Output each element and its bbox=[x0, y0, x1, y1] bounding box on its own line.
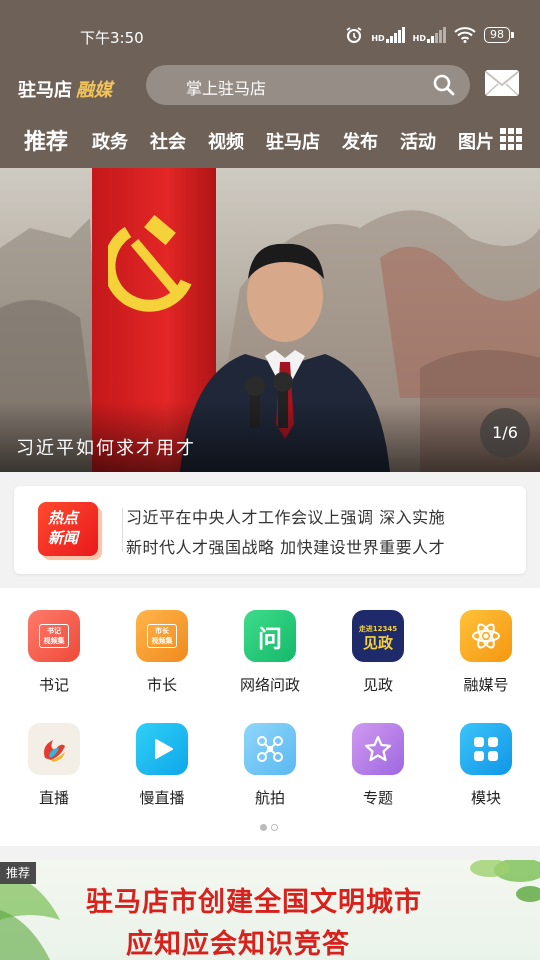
category-tabs: 推荐 政务 社会 视频 驻马店 发布 活动 图片 bbox=[0, 112, 540, 166]
tab-pictures[interactable]: 图片 bbox=[458, 128, 494, 154]
search-icon[interactable] bbox=[432, 73, 456, 97]
battery-indicator: 98 bbox=[484, 27, 514, 43]
page-dot bbox=[271, 824, 278, 831]
leaf-decoration-right bbox=[470, 860, 540, 902]
brand-accent: 融媒 bbox=[76, 80, 112, 101]
tab-recommend[interactable]: 推荐 bbox=[24, 124, 68, 156]
promo-title[interactable]: 驻马店市创建全国文明城市 bbox=[86, 880, 422, 919]
banner-counter: 1/6 bbox=[480, 408, 530, 458]
atom-icon[interactable] bbox=[460, 610, 512, 662]
shortcut-label: 模块 bbox=[470, 789, 501, 807]
top-row: 驻马店 融媒 掌上驻马店 bbox=[0, 60, 540, 110]
status-time: 下午3:50 bbox=[80, 29, 144, 47]
app-header: 下午3:50 HD HD 98 驻马店 融媒 掌上驻马店 推荐 政务 社会 视频… bbox=[0, 0, 540, 168]
icon-sub: 视频集 bbox=[151, 637, 173, 645]
shortcut-inquiry[interactable]: 问 网络问政 bbox=[220, 610, 320, 695]
shortcut-secretary[interactable]: 书记 视频集 书记 bbox=[4, 610, 104, 695]
shortcut-label: 网络问政 bbox=[239, 676, 300, 694]
tab-activity[interactable]: 活动 bbox=[400, 128, 436, 154]
tab-government[interactable]: 政务 bbox=[92, 128, 128, 154]
tab-society[interactable]: 社会 bbox=[150, 128, 186, 154]
tab-release[interactable]: 发布 bbox=[342, 128, 378, 154]
shortcut-label: 融媒号 bbox=[463, 676, 509, 694]
star-icon[interactable] bbox=[352, 723, 404, 775]
shortcut-label: 专题 bbox=[362, 789, 393, 807]
shortcut-live[interactable]: 直播 bbox=[4, 723, 104, 808]
status-icons: HD HD 98 bbox=[345, 26, 514, 44]
hero-banner[interactable]: 习近平如何求才用才 bbox=[0, 168, 540, 472]
hot-news-card[interactable]: 热点 新闻 习近平在中央人才工作会议上强调 深入实施 新时代人才强国战略 加快建… bbox=[14, 486, 526, 574]
shortcut-modules[interactable]: 模块 bbox=[436, 723, 536, 808]
signal-icon-2 bbox=[427, 27, 446, 43]
shortcut-label: 市长 bbox=[146, 676, 177, 694]
promo-subtitle[interactable]: 应知应会知识竞答 bbox=[126, 922, 350, 960]
icon-sub: 见政 bbox=[362, 634, 393, 652]
news-headline-line1[interactable]: 习近平在中央人才工作会议上强调 深入实施 bbox=[126, 504, 445, 528]
badge-line1: 热点 bbox=[48, 509, 79, 527]
shortcut-aerial[interactable]: 航拍 bbox=[220, 723, 320, 808]
shortcut-mayor[interactable]: 市长 视频集 市长 bbox=[112, 610, 212, 695]
promo-banner[interactable]: 推荐 驻马店市创建全国文明城市 应知应会知识竞答 bbox=[0, 860, 540, 960]
page-indicator bbox=[260, 824, 278, 831]
secretary-video-icon[interactable]: 书记 视频集 bbox=[28, 610, 80, 662]
hot-news-badge: 热点 新闻 bbox=[38, 502, 98, 556]
live-icon[interactable] bbox=[28, 723, 80, 775]
shortcut-label: 见政 bbox=[362, 676, 393, 694]
shortcut-label: 慢直播 bbox=[139, 789, 185, 807]
inquiry-icon[interactable]: 问 bbox=[244, 610, 296, 662]
wifi-icon bbox=[454, 27, 476, 43]
tab-video[interactable]: 视频 bbox=[208, 128, 244, 154]
search-placeholder[interactable]: 掌上驻马店 bbox=[186, 75, 266, 99]
brand-main: 驻马店 bbox=[18, 80, 72, 101]
shortcut-topics[interactable]: 专题 bbox=[328, 723, 428, 808]
shortcut-slow-live[interactable]: 慢直播 bbox=[112, 723, 212, 808]
mayor-video-icon[interactable]: 市长 视频集 bbox=[136, 610, 188, 662]
modules-icon[interactable] bbox=[460, 723, 512, 775]
play-icon[interactable] bbox=[136, 723, 188, 775]
jianzheng-icon[interactable]: 走进12345 见政 bbox=[352, 610, 404, 662]
shortcut-label: 书记 bbox=[38, 676, 69, 694]
news-divider bbox=[122, 508, 123, 552]
shortcut-label: 直播 bbox=[38, 789, 69, 807]
news-headline-line2[interactable]: 新时代人才强国战略 加快建设世界重要人才 bbox=[126, 534, 445, 558]
icon-text: 问 bbox=[258, 624, 282, 653]
shortcut-label: 航拍 bbox=[254, 789, 285, 807]
icon-sub: 视频集 bbox=[43, 637, 65, 645]
icon-text: 书记 bbox=[47, 627, 61, 635]
shortcut-jianzheng[interactable]: 走进12345 见政 见政 bbox=[328, 610, 428, 695]
brand-logo: 驻马店 融媒 bbox=[18, 76, 112, 102]
tab-zhumadian[interactable]: 驻马店 bbox=[266, 128, 320, 154]
shortcut-grid: 书记 视频集 书记 市长 视频集 市长 问 网络问政 走进12345 见政 见政 bbox=[0, 588, 540, 846]
banner-caption[interactable]: 习近平如何求才用才 bbox=[16, 434, 196, 460]
mail-icon[interactable] bbox=[484, 69, 520, 97]
icon-text: 市长 bbox=[155, 627, 169, 635]
page-dot-active bbox=[260, 824, 267, 831]
alarm-icon bbox=[346, 27, 362, 43]
drone-icon[interactable] bbox=[244, 723, 296, 775]
shortcut-rongmeihao[interactable]: 融媒号 bbox=[436, 610, 536, 695]
badge-line2: 新闻 bbox=[48, 529, 79, 547]
hd-badge: HD bbox=[371, 34, 385, 43]
hd-badge-2: HD bbox=[412, 34, 426, 43]
search-bar[interactable]: 掌上驻马店 bbox=[146, 65, 470, 105]
promo-tag: 推荐 bbox=[0, 862, 36, 884]
status-bar: 下午3:50 HD HD 98 bbox=[0, 0, 540, 60]
signal-icon bbox=[385, 27, 405, 43]
grid-icon[interactable] bbox=[500, 128, 522, 150]
